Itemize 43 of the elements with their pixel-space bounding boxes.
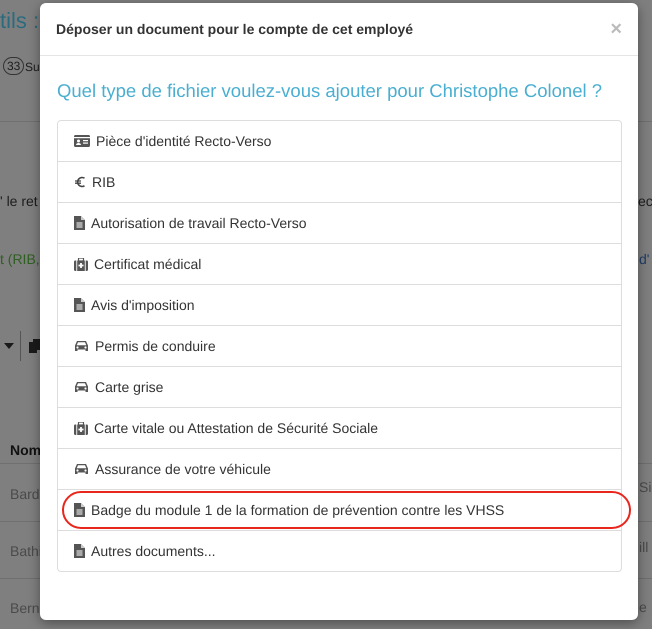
copy-icon (29, 339, 41, 353)
item-label: Certificat médical (94, 256, 202, 272)
caret-icon (4, 343, 14, 349)
item-label: Assurance de votre véhicule (95, 461, 271, 477)
document-type-item[interactable]: RIB (58, 161, 621, 202)
car-icon (74, 463, 89, 475)
body-text: ' le ret (0, 193, 38, 209)
file-icon (74, 216, 85, 230)
document-type-item[interactable]: Carte vitale ou Attestation de Sécurité Sociale (58, 407, 621, 448)
car-icon (74, 340, 89, 352)
table-header: Nom (10, 442, 42, 458)
document-type-item[interactable]: Certificat médical (58, 243, 621, 284)
body-text: t (RIB, (0, 251, 40, 267)
item-label: Permis de conduire (95, 338, 216, 354)
medkit-icon (74, 422, 88, 434)
count-badge: 33 (3, 57, 24, 75)
item-label: Autres documents... (91, 543, 216, 559)
item-label: Badge du module 1 de la formation de prévention contre les VHSS (91, 502, 504, 518)
document-type-item[interactable]: Avis d'imposition (58, 284, 621, 325)
id-card-icon (74, 135, 90, 147)
document-type-item[interactable]: Autres documents... (58, 530, 621, 571)
document-type-item[interactable]: Carte grise (58, 366, 621, 407)
dialog-title: Déposer un document pour le compte de cet employé (56, 21, 414, 37)
count-label: Su (25, 60, 40, 74)
item-label: Autorisation de travail Recto-Verso (91, 215, 307, 231)
document-type-item[interactable]: Pièce d'identité Recto-Verso (58, 121, 621, 161)
file-icon (74, 503, 85, 517)
page-title: tils : (0, 8, 40, 34)
item-label: Pièce d'identité Recto-Verso (96, 133, 272, 149)
document-type-item[interactable]: Assurance de votre véhicule (58, 448, 621, 489)
file-icon (74, 544, 85, 558)
item-label: Carte grise (95, 379, 164, 395)
item-label: Carte vitale ou Attestation de Sécurité Sociale (94, 420, 378, 436)
document-type-item[interactable]: Autorisation de travail Recto-Verso (58, 202, 621, 243)
euro-icon (74, 176, 86, 188)
file-icon (74, 298, 85, 312)
car-icon (74, 381, 89, 393)
item-label: RIB (92, 174, 116, 190)
document-type-item[interactable]: Badge du module 1 de la formation de prévention contre les VHSS (58, 489, 621, 530)
document-type-item[interactable]: Permis de conduire (58, 325, 621, 366)
dialog-heading: Quel type de fichier voulez-vous ajouter pour Christophe Colonel ? (57, 79, 602, 103)
medkit-icon (74, 258, 88, 270)
item-label: Avis d'imposition (91, 297, 195, 313)
